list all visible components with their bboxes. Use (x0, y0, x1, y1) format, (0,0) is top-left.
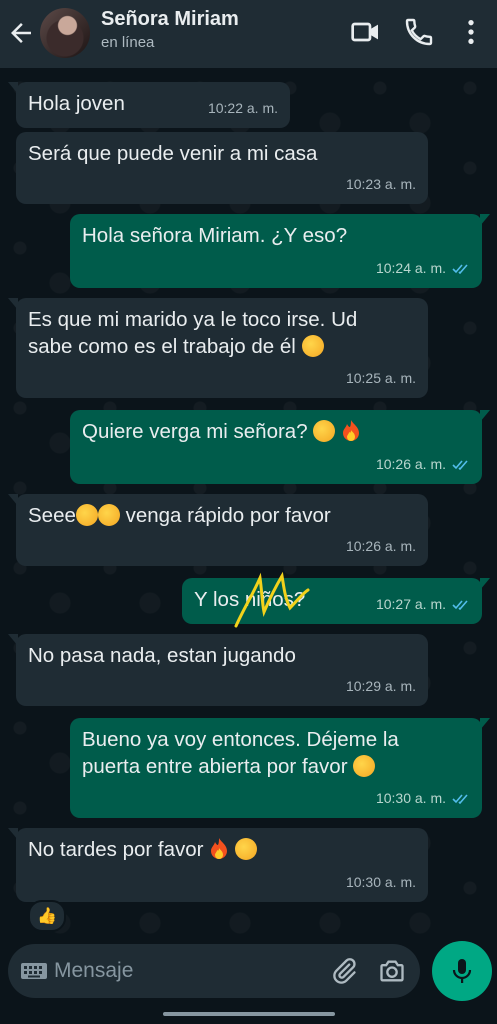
message-incoming[interactable]: Seee venga rápido por favor 10:26 a. m. (8, 494, 428, 566)
pleading-face-emoji (301, 335, 324, 357)
message-composer[interactable]: Mensaje (8, 944, 420, 998)
read-ticks-icon (452, 460, 468, 470)
fire-emoji (211, 838, 228, 859)
face-with-hand-over-mouth-emoji (234, 838, 257, 860)
message-outgoing[interactable]: Bueno ya voy entonces. Déjeme la puerta … (70, 718, 490, 818)
mic-button[interactable] (432, 941, 492, 1001)
thumbs-up-reaction[interactable]: 👍 (28, 900, 66, 932)
message-time: 10:29 a. m. (345, 678, 416, 694)
message-time: 10:26 a. m. (375, 456, 446, 472)
message-time: 10:26 a. m. (345, 538, 416, 554)
message-time: 10:23 a. m. (345, 176, 416, 192)
message-text: Será que puede venir a mi casa (28, 142, 318, 165)
attach-icon[interactable] (330, 957, 358, 985)
read-ticks-icon (452, 600, 468, 610)
message-text: Hola joven (28, 92, 125, 115)
camera-icon[interactable] (378, 957, 406, 985)
yellow-scribble-mark (234, 571, 310, 628)
message-text: No tardes por favor (28, 838, 204, 861)
more-options-icon[interactable] (455, 16, 487, 48)
message-time: 10:25 a. m. (345, 370, 416, 386)
mic-icon (452, 959, 472, 983)
video-call-icon[interactable] (350, 16, 382, 48)
read-ticks-icon (452, 794, 468, 804)
smiling-face-emoji (97, 504, 120, 526)
message-incoming[interactable]: Es que mi marido ya le toco irse. Ud sab… (8, 298, 428, 398)
message-incoming[interactable]: No tardes por favor 10:30 a. m. (8, 828, 428, 902)
message-text: Bueno ya voy entonces. Déjeme la puerta … (82, 728, 399, 778)
message-outgoing[interactable]: Quiere verga mi señora? 10:26 a. m. (70, 410, 490, 484)
message-text: Quiere verga mi señora? (82, 420, 308, 443)
chat-header: Señora Miriam en línea (0, 0, 497, 68)
contact-name[interactable]: Señora Miriam (101, 8, 239, 31)
message-time: 10:27 a. m. (375, 596, 446, 612)
message-incoming[interactable]: No pasa nada, estan jugando 10:29 a. m. (8, 634, 428, 706)
message-outgoing[interactable]: Hola señora Miriam. ¿Y eso? 10:24 a. m. (70, 214, 490, 288)
message-text: venga rápido por favor (125, 504, 331, 527)
avatar[interactable] (40, 8, 90, 58)
message-time: 10:22 a. m. (207, 100, 278, 116)
phone-icon[interactable] (403, 16, 435, 48)
kissing-face-emoji (353, 755, 376, 777)
relieved-face-emoji (313, 420, 336, 442)
message-incoming[interactable]: Hola joven 10:22 a. m. (8, 82, 290, 128)
message-text: Hola señora Miriam. ¿Y eso? (82, 224, 348, 247)
fire-emoji (343, 420, 360, 441)
message-incoming[interactable]: Será que puede venir a mi casa 10:23 a. … (16, 132, 428, 204)
message-prefix: Seee (28, 504, 76, 527)
keyboard-icon[interactable] (20, 959, 48, 983)
read-ticks-icon (452, 264, 468, 274)
message-outgoing[interactable]: Y los niños? 10:27 a. m. (182, 578, 490, 624)
message-text: No pasa nada, estan jugando (28, 644, 296, 667)
message-time: 10:24 a. m. (375, 260, 446, 276)
smiling-face-emoji (75, 504, 98, 526)
home-indicator[interactable] (163, 1012, 335, 1016)
message-time: 10:30 a. m. (375, 790, 446, 806)
message-input[interactable]: Mensaje (54, 959, 133, 983)
message-time: 10:30 a. m. (345, 874, 416, 890)
contact-status: en línea (101, 34, 155, 51)
back-arrow-icon[interactable] (6, 18, 36, 48)
